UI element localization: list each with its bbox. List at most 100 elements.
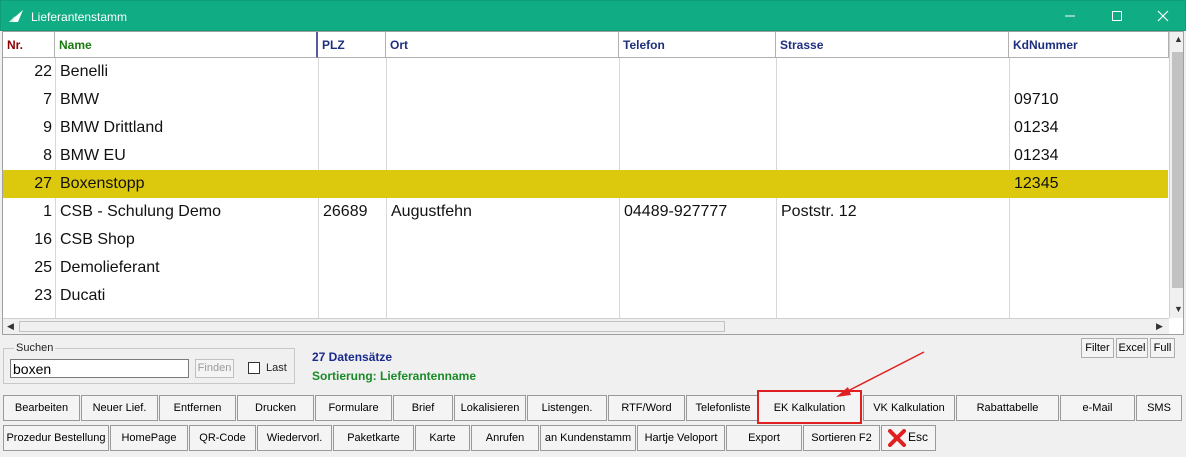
cell-telefon[interactable] <box>619 58 776 86</box>
cell-ort[interactable] <box>386 254 619 282</box>
column-header-name[interactable]: Name <box>55 32 318 58</box>
cell-strasse[interactable] <box>776 86 1009 114</box>
cell-ort[interactable] <box>386 86 619 114</box>
rabattabelle-button[interactable]: Rabattabelle <box>956 395 1059 421</box>
filter-button[interactable]: Filter <box>1081 338 1114 358</box>
cell-strasse[interactable] <box>776 114 1009 142</box>
esc-button[interactable]: Esc <box>881 425 936 451</box>
scroll-right-icon[interactable]: ▶ <box>1156 321 1163 332</box>
cell-name[interactable]: Demolieferant <box>55 254 318 282</box>
cell-nr[interactable]: 1 <box>3 198 55 226</box>
cell-name[interactable]: CSB Shop <box>55 226 318 254</box>
drucken-button[interactable]: Drucken <box>237 395 314 421</box>
scroll-left-icon[interactable]: ◀ <box>7 321 14 332</box>
horizontal-scroll-thumb[interactable] <box>19 321 725 332</box>
cell-plz[interactable] <box>318 142 386 170</box>
entfernen-button[interactable]: Entfernen <box>159 395 236 421</box>
cell-name[interactable]: Benelli <box>55 58 318 86</box>
excel-button[interactable]: Excel <box>1116 338 1148 358</box>
email-button[interactable]: e-Mail <box>1060 395 1135 421</box>
cell-name[interactable]: BMW Drittland <box>55 114 318 142</box>
telefonliste-button[interactable]: Telefonliste <box>686 395 760 421</box>
vertical-scrollbar[interactable]: ▲ ▼ <box>1169 32 1183 318</box>
cell-kdnummer[interactable]: 09710 <box>1009 86 1169 114</box>
homepage-button[interactable]: HomePage <box>110 425 188 451</box>
horizontal-scrollbar[interactable]: ◀ ▶ <box>3 318 1169 334</box>
cell-ort[interactable] <box>386 58 619 86</box>
table-row[interactable]: 25 Demolieferant <box>3 254 1168 282</box>
cell-kdnummer[interactable] <box>1009 198 1169 226</box>
close-button[interactable] <box>1140 1 1186 31</box>
cell-strasse[interactable] <box>776 254 1009 282</box>
rtf-word-button[interactable]: RTF/Word <box>608 395 685 421</box>
prozedur-bestellung-button[interactable]: Prozedur Bestellung <box>3 425 109 451</box>
table-row[interactable]: 1 CSB - Schulung Demo 26689 Augustfehn 04489… <box>3 198 1168 226</box>
anrufen-button[interactable]: Anrufen <box>471 425 539 451</box>
bearbeiten-button[interactable]: Bearbeiten <box>3 395 80 421</box>
brief-button[interactable]: Brief <box>393 395 453 421</box>
cell-strasse[interactable] <box>776 142 1009 170</box>
cell-telefon[interactable] <box>619 142 776 170</box>
cell-ort[interactable] <box>386 114 619 142</box>
cell-plz[interactable] <box>318 170 386 198</box>
table-row[interactable]: 9 BMW Drittland 01234 <box>3 114 1168 142</box>
cell-ort[interactable] <box>386 226 619 254</box>
cell-nr[interactable]: 16 <box>3 226 55 254</box>
cell-plz[interactable] <box>318 282 386 310</box>
scroll-down-icon[interactable]: ▼ <box>1174 304 1183 314</box>
cell-nr[interactable]: 8 <box>3 142 55 170</box>
cell-kdnummer[interactable] <box>1009 58 1169 86</box>
cell-telefon[interactable] <box>619 226 776 254</box>
cell-nr[interactable]: 25 <box>3 254 55 282</box>
sortieren-f2-button[interactable]: Sortieren F2 <box>803 425 880 451</box>
column-header-strasse[interactable]: Strasse <box>776 32 1009 58</box>
cell-telefon[interactable] <box>619 86 776 114</box>
cell-telefon[interactable] <box>619 254 776 282</box>
table-row[interactable]: 16 CSB Shop <box>3 226 1168 254</box>
export-button[interactable]: Export <box>726 425 802 451</box>
cell-nr[interactable]: 9 <box>3 114 55 142</box>
cell-telefon[interactable] <box>619 282 776 310</box>
cell-nr[interactable]: 22 <box>3 58 55 86</box>
cell-telefon[interactable] <box>619 170 776 198</box>
cell-nr[interactable]: 23 <box>3 282 55 310</box>
cell-ort[interactable] <box>386 142 619 170</box>
cell-plz[interactable] <box>318 254 386 282</box>
cell-plz[interactable]: 26689 <box>318 198 386 226</box>
table-row[interactable]: 27 Boxenstopp 12345 <box>3 170 1168 198</box>
cell-kdnummer[interactable] <box>1009 282 1169 310</box>
cell-name[interactable]: CSB - Schulung Demo <box>55 198 318 226</box>
full-button[interactable]: Full <box>1150 338 1175 358</box>
column-header-ort[interactable]: Ort <box>386 32 619 58</box>
cell-name[interactable]: BMW <box>55 86 318 114</box>
qr-code-button[interactable]: QR-Code <box>189 425 256 451</box>
supplier-grid[interactable]: Nr. Name PLZ Ort Telefon Strasse KdNumme… <box>2 31 1184 335</box>
cell-kdnummer[interactable]: 12345 <box>1009 170 1169 198</box>
cell-nr[interactable]: 7 <box>3 86 55 114</box>
last-checkbox[interactable] <box>248 362 260 374</box>
listengen-button[interactable]: Listengen. <box>527 395 607 421</box>
cell-kdnummer[interactable]: 01234 <box>1009 114 1169 142</box>
sms-button[interactable]: SMS <box>1136 395 1182 421</box>
ek-kalkulation-button[interactable]: EK Kalkulation <box>757 390 862 424</box>
cell-strasse[interactable] <box>776 170 1009 198</box>
scroll-up-icon[interactable]: ▲ <box>1174 34 1183 44</box>
cell-plz[interactable] <box>318 226 386 254</box>
cell-strasse[interactable] <box>776 58 1009 86</box>
cell-plz[interactable] <box>318 86 386 114</box>
table-row[interactable]: 23 Ducati <box>3 282 1168 310</box>
finden-button[interactable]: Finden <box>195 359 234 378</box>
cell-name[interactable]: BMW EU <box>55 142 318 170</box>
cell-strasse[interactable] <box>776 282 1009 310</box>
hartje-veloport-button[interactable]: Hartje Veloport <box>637 425 725 451</box>
search-input[interactable] <box>10 359 189 378</box>
cell-plz[interactable] <box>318 58 386 86</box>
table-row[interactable]: 7 BMW 09710 <box>3 86 1168 114</box>
minimize-button[interactable] <box>1047 1 1093 31</box>
cell-ort[interactable] <box>386 282 619 310</box>
paketkarte-button[interactable]: Paketkarte <box>333 425 414 451</box>
column-header-kdnummer[interactable]: KdNummer <box>1009 32 1169 58</box>
cell-name[interactable]: Ducati <box>55 282 318 310</box>
neuer-lief-button[interactable]: Neuer Lief. <box>81 395 158 421</box>
cell-kdnummer[interactable]: 01234 <box>1009 142 1169 170</box>
